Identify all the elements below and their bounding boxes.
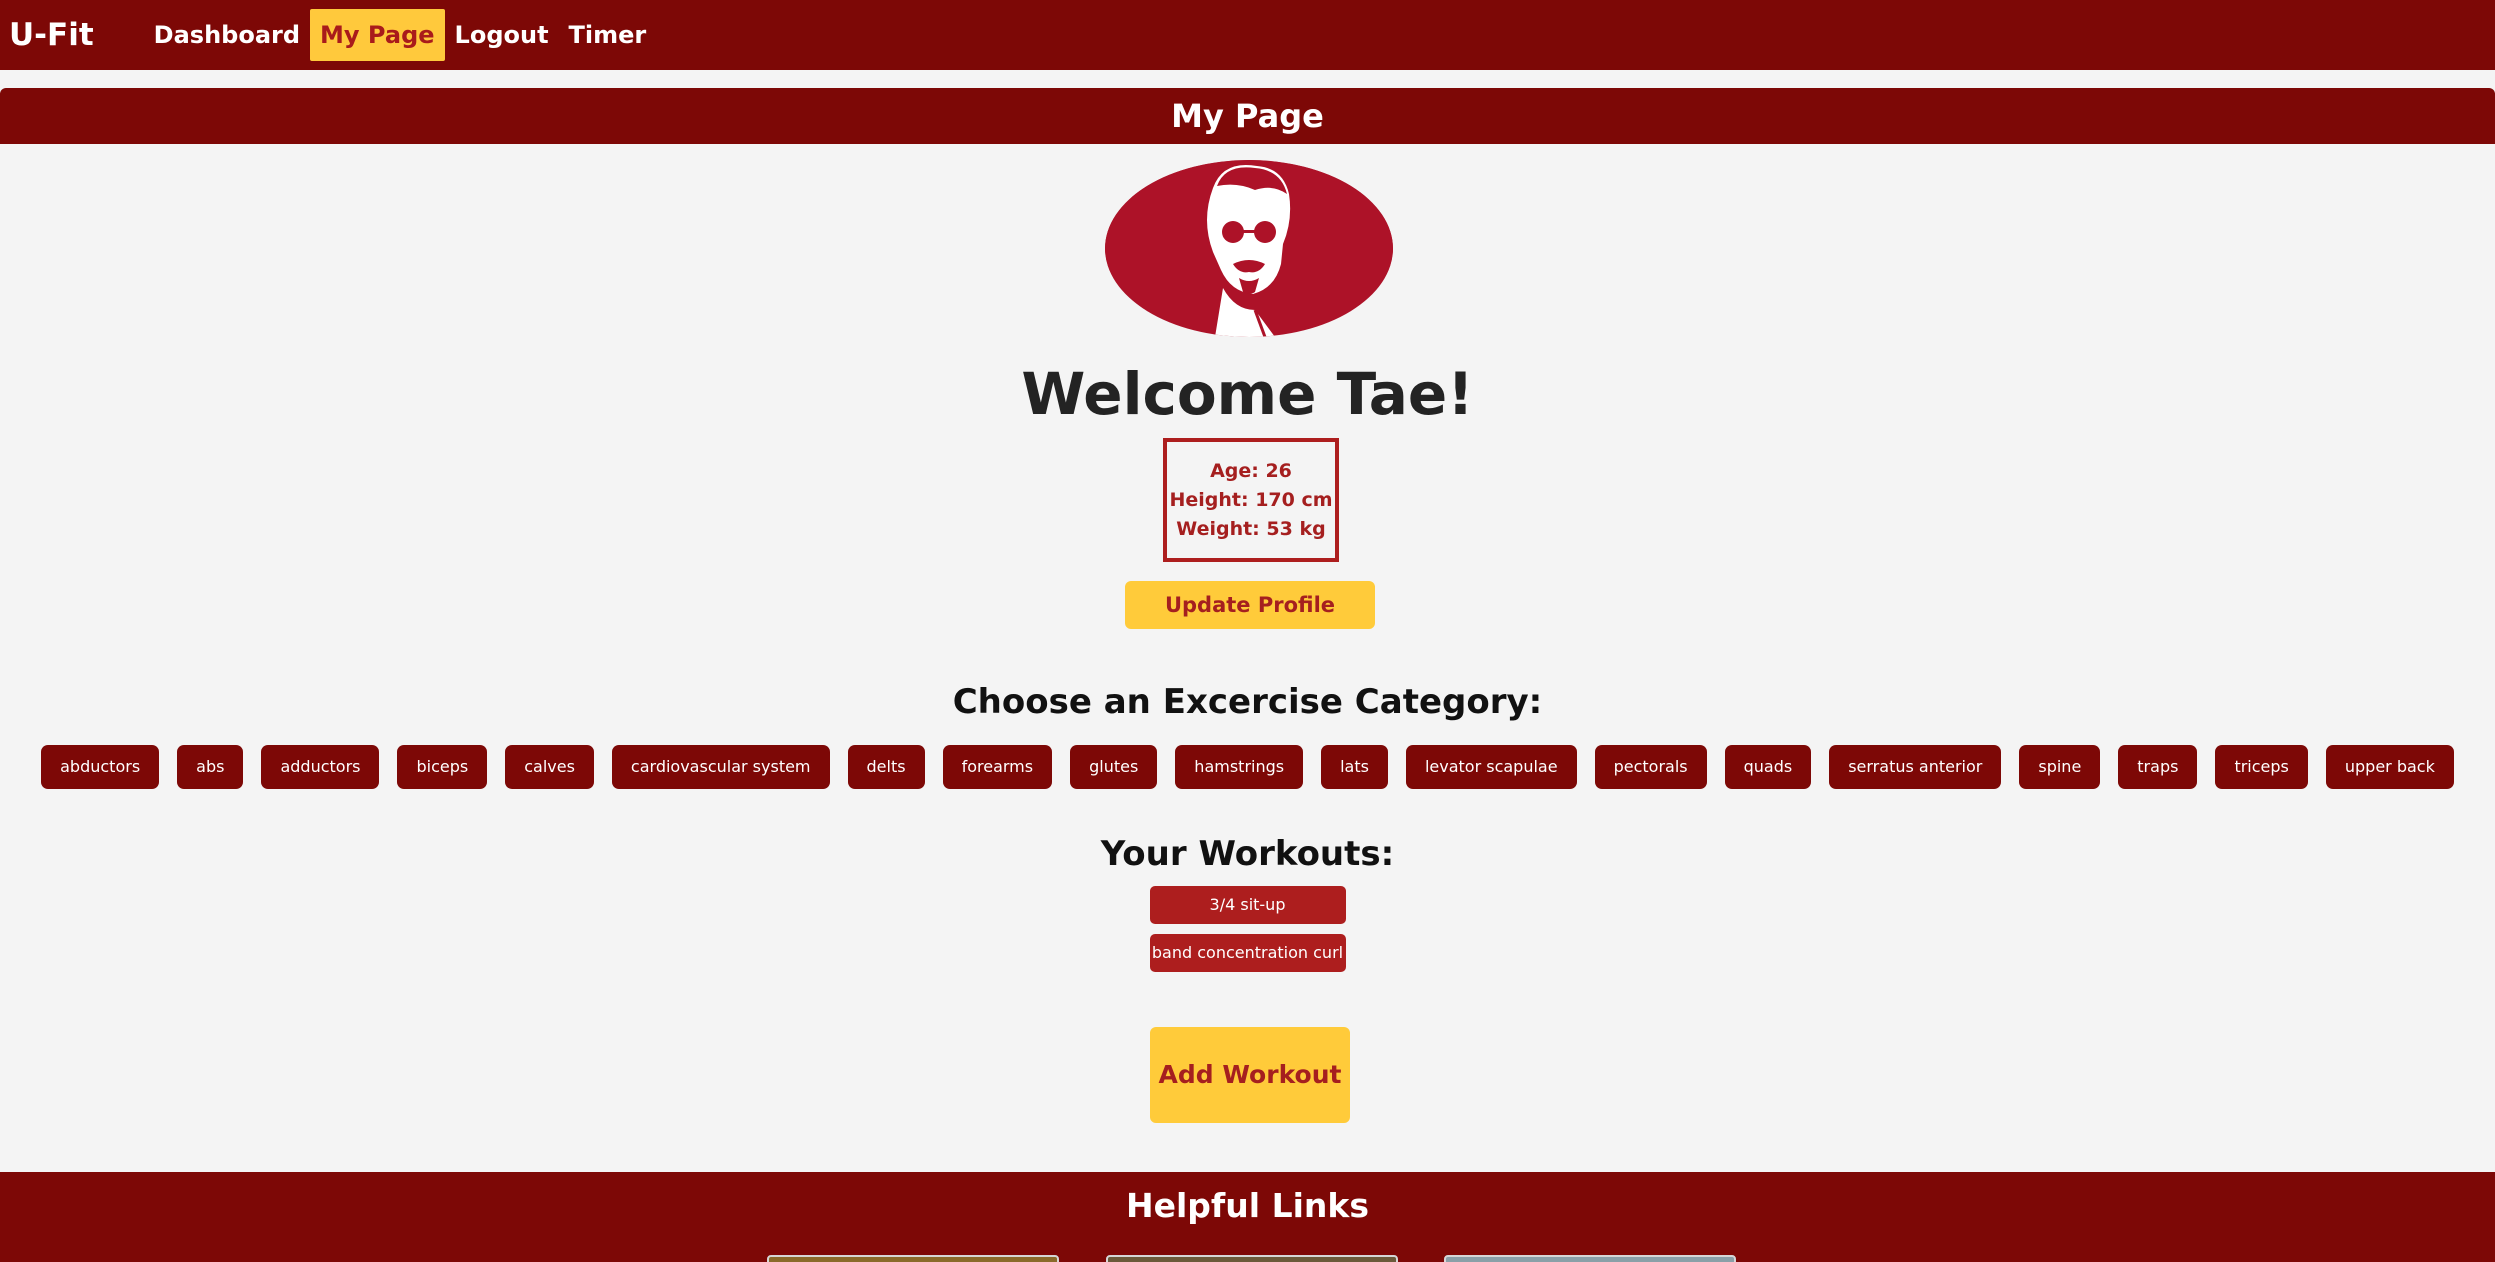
brand-logo[interactable]: U-Fit [9, 17, 94, 53]
category-button[interactable]: lats [1321, 745, 1388, 789]
category-button[interactable]: adductors [261, 745, 380, 789]
welcome-heading: Welcome Tae! [1021, 360, 1474, 428]
category-button[interactable]: triceps [2215, 745, 2308, 789]
category-button[interactable]: calves [505, 745, 594, 789]
category-button[interactable]: upper back [2325, 745, 2454, 789]
category-button[interactable]: cardiovascular system [611, 745, 830, 789]
footer: Helpful Links [0, 1172, 2495, 1262]
page-title: My Page [0, 88, 2495, 144]
category-button[interactable]: delts [847, 745, 925, 789]
link-thumbnail-2[interactable] [1106, 1255, 1398, 1262]
profile-avatar [1105, 160, 1393, 337]
category-button[interactable]: abductors [41, 745, 160, 789]
workout-list: 3/4 sit-up band concentration curl [0, 886, 2495, 972]
workout-item[interactable]: band concentration curl [1149, 934, 1346, 972]
category-button[interactable]: spine [2019, 745, 2101, 789]
nav-timer[interactable]: Timer [559, 9, 657, 61]
avatar-illustration-icon [1105, 160, 1393, 337]
workout-item[interactable]: 3/4 sit-up [1149, 886, 1346, 924]
height-stat: Height: 170 cm [1169, 488, 1333, 511]
category-list: abductors abs adductors biceps calves ca… [0, 745, 2495, 789]
nav-my-page[interactable]: My Page [310, 9, 445, 61]
link-thumbnail-3[interactable] [1444, 1255, 1736, 1262]
category-button[interactable]: traps [2118, 745, 2198, 789]
profile-stats-box: Age: 26 Height: 170 cm Weight: 53 kg [1163, 438, 1339, 562]
category-button[interactable]: serratus anterior [1829, 745, 2002, 789]
link-thumbnail-1[interactable] [767, 1255, 1059, 1262]
add-workout-button[interactable]: Add Workout [1150, 1027, 1350, 1123]
weight-stat: Weight: 53 kg [1176, 517, 1326, 540]
nav-logout[interactable]: Logout [445, 9, 559, 61]
category-button[interactable]: levator scapulae [1405, 745, 1577, 789]
category-button[interactable]: forearms [942, 745, 1053, 789]
footer-title: Helpful Links [1125, 1186, 1369, 1225]
category-heading: Choose an Excercise Category: [952, 682, 1543, 722]
category-button[interactable]: glutes [1070, 745, 1158, 789]
top-navbar: U-Fit Dashboard My Page Logout Timer [0, 0, 2495, 70]
category-button[interactable]: hamstrings [1175, 745, 1304, 789]
update-profile-button[interactable]: Update Profile [1125, 581, 1375, 629]
category-button[interactable]: biceps [397, 745, 488, 789]
nav-dashboard[interactable]: Dashboard [144, 9, 310, 61]
workouts-heading: Your Workouts: [1100, 834, 1395, 874]
category-button[interactable]: quads [1724, 745, 1812, 789]
category-button[interactable]: pectorals [1594, 745, 1707, 789]
age-stat: Age: 26 [1210, 459, 1292, 482]
category-button[interactable]: abs [177, 745, 244, 789]
